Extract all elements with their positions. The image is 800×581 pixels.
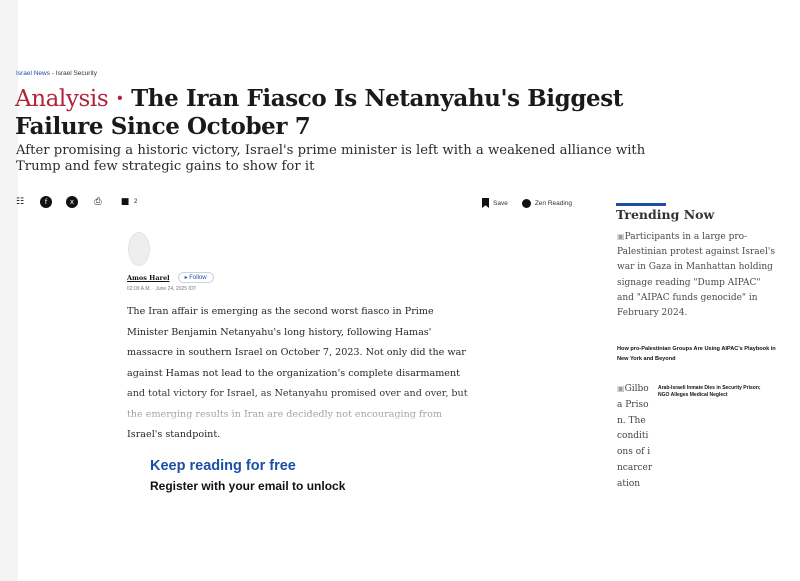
article-subhead: After promising a historic victory, Isra…	[16, 143, 646, 174]
comment-count: 2	[134, 199, 138, 205]
paywall-fade	[120, 390, 490, 430]
breadcrumb-subsection-link[interactable]: Israel Security	[56, 70, 97, 77]
analysis-label[interactable]: Analysis	[15, 86, 109, 112]
zen-reading-button[interactable]: Zen Reading	[521, 198, 573, 208]
page-title: Analysis · The Iran Fiasco Is Netanyahu'…	[15, 85, 695, 140]
x-icon[interactable]: x	[66, 196, 78, 208]
paywall-title: Keep reading for free	[150, 458, 296, 474]
author-row: Amos Harel ▸ Follow	[127, 272, 214, 283]
trending-heading: Trending Now	[616, 207, 715, 222]
save-button[interactable]: Save	[482, 198, 508, 208]
share-bar: ☷ f x ⎙ ■ 2	[14, 196, 137, 208]
zen-reading-icon	[521, 198, 531, 208]
headline-dot: ·	[115, 85, 124, 112]
save-label: Save	[493, 199, 508, 207]
paywall-register-text: Register with your email to unlock	[150, 479, 346, 493]
bookmark-icon	[482, 198, 489, 208]
article-timestamp: 02:09 A.M. · June 24, 2025 IDT	[127, 286, 197, 292]
trending-item1-alt: Participants in a large pro-Palestinian …	[617, 232, 775, 319]
trending-item2-alt: Gilboa Prison. The conditions of incarce…	[617, 384, 653, 489]
zen-reading-label: Zen Reading	[534, 199, 573, 207]
author-avatar[interactable]	[128, 232, 150, 266]
gift-icon[interactable]: ☷	[14, 196, 26, 208]
author-name[interactable]: Amos Harel	[127, 274, 170, 282]
broken-image-icon: ▣	[617, 384, 625, 393]
breadcrumb: Israel News - Israel Security	[16, 70, 97, 77]
facebook-icon[interactable]: f	[40, 196, 52, 208]
print-icon[interactable]: ⎙	[92, 196, 104, 208]
comment-icon[interactable]: ■	[118, 196, 132, 208]
follow-button[interactable]: ▸ Follow	[177, 272, 214, 283]
sidebar-accent-bar	[616, 203, 666, 206]
trending-item2-title[interactable]: Arab-Israeli Inmate Dies in Security Pri…	[658, 385, 770, 399]
trending-item1-image[interactable]: ▣Participants in a large pro-Palestinian…	[617, 229, 777, 321]
broken-image-icon: ▣	[617, 232, 625, 241]
follow-label: Follow	[189, 275, 207, 281]
trending-item2-image[interactable]: ▣Gilboa Prison. The conditions of incarc…	[617, 381, 653, 493]
article-tools: Save Zen Reading	[482, 198, 572, 208]
breadcrumb-separator: -	[51, 70, 54, 77]
trending-item1-title[interactable]: How pro-Palestinian Groups Are Using AIP…	[617, 345, 777, 364]
breadcrumb-section-link[interactable]: Israel News	[16, 70, 50, 77]
